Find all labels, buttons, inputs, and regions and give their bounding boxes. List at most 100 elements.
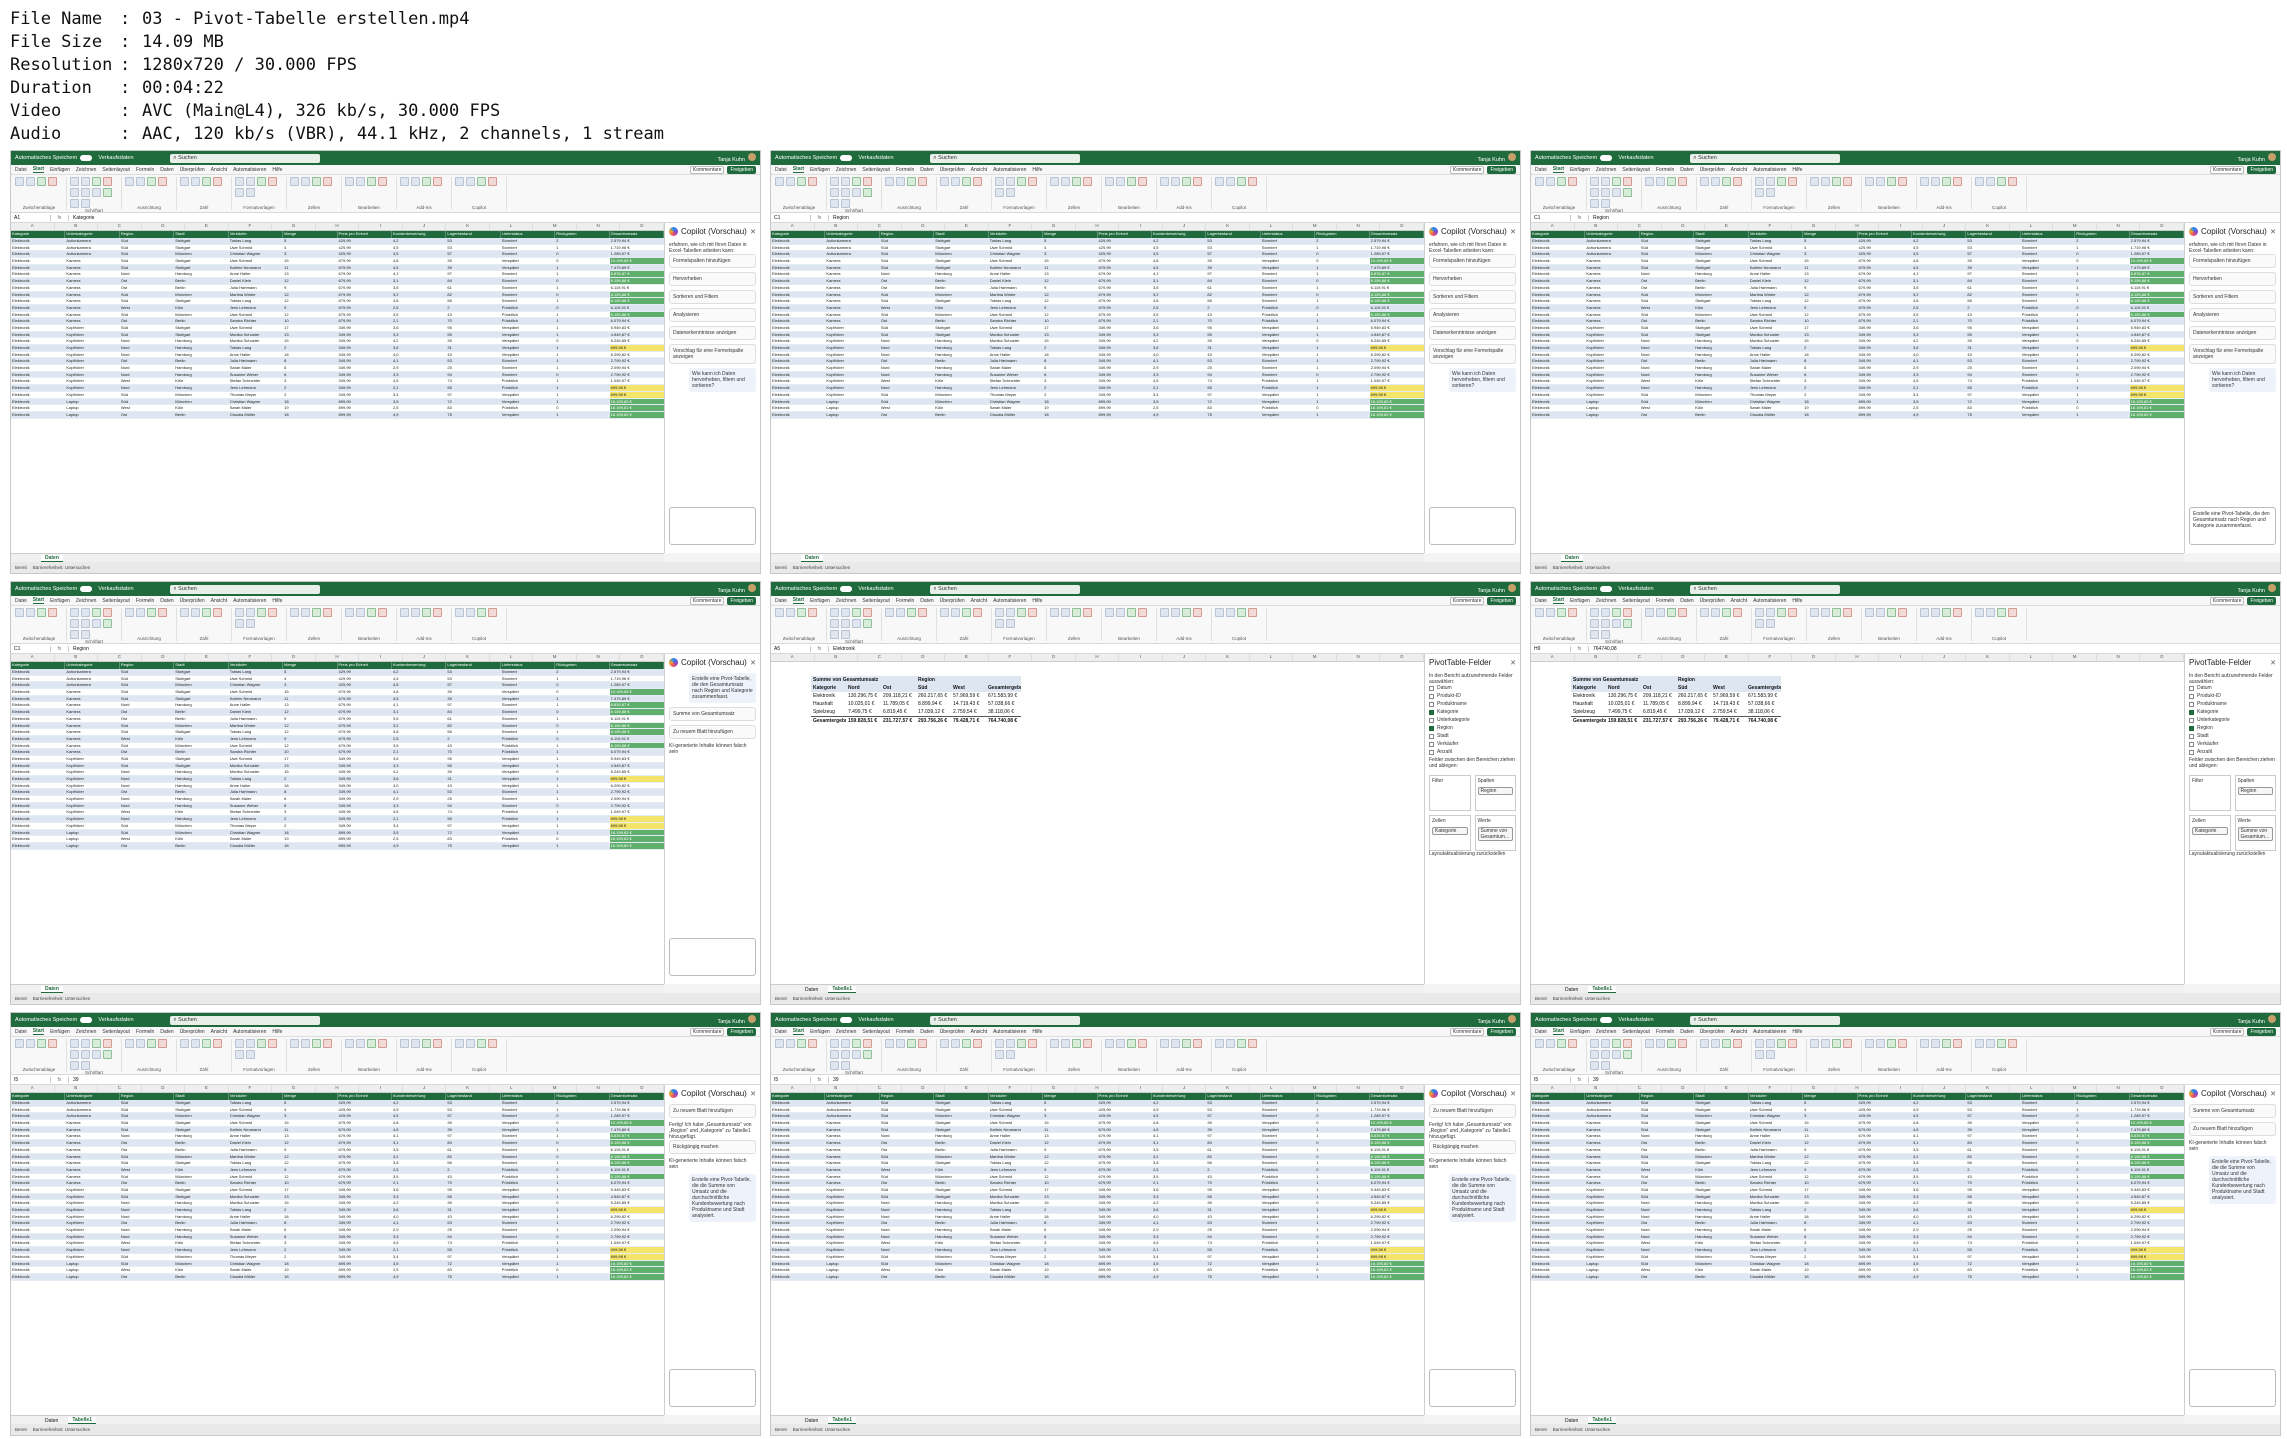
ribbon-button-icon[interactable]: [48, 608, 57, 617]
table-cell[interactable]: 4,2: [1912, 1100, 1966, 1106]
table-cell[interactable]: 6.119,91 €: [1370, 1167, 1424, 1173]
table-header-cell[interactable]: Lieferstatus: [501, 662, 556, 669]
table-cell[interactable]: 349,99: [338, 332, 392, 338]
table-cell[interactable]: 1: [555, 358, 609, 364]
table-header-cell[interactable]: Gesamtumsatz: [610, 662, 664, 669]
table-cell[interactable]: Stuttgart: [174, 1187, 228, 1193]
table-cell[interactable]: Kopfhörer: [825, 338, 879, 344]
table-cell[interactable]: Kopfhörer: [1585, 325, 1639, 331]
table-cell[interactable]: Sarah Maier: [229, 1227, 283, 1233]
table-cell[interactable]: 3,5: [392, 285, 446, 291]
ribbon-button-icon[interactable]: [158, 177, 167, 186]
table-cell[interactable]: Storniert: [501, 238, 555, 244]
table-cell[interactable]: 1: [555, 1214, 609, 1220]
table-cell[interactable]: Verspätet: [501, 769, 555, 775]
table-cell[interactable]: 4,5: [1912, 1240, 1966, 1246]
table-cell[interactable]: 43: [1206, 352, 1260, 358]
table-cell[interactable]: West: [120, 736, 174, 742]
table-cell[interactable]: Süd: [1640, 1194, 1694, 1200]
table-cell[interactable]: 13: [283, 271, 337, 277]
user-account[interactable]: Tanja Kuhn: [2237, 153, 2276, 163]
table-cell[interactable]: 82: [1966, 292, 2020, 298]
ribbon-button-icon[interactable]: [1942, 1039, 1951, 1048]
table-cell[interactable]: 2: [555, 1100, 609, 1106]
table-cell[interactable]: Nord: [120, 1133, 174, 1139]
table-cell[interactable]: München: [174, 823, 228, 829]
pivot-cell[interactable]: 57.969,59 €: [951, 693, 986, 699]
ribbon-button-icon[interactable]: [488, 1039, 497, 1048]
table-cell[interactable]: 43: [446, 783, 500, 789]
table-cell[interactable]: 2.099,94 €: [610, 365, 664, 371]
table-cell[interactable]: 13: [283, 1194, 337, 1200]
table-cell[interactable]: 1: [555, 1180, 609, 1186]
table-cell[interactable]: 6.119,91 €: [2130, 305, 2184, 311]
table-cell[interactable]: 349,99: [338, 763, 392, 769]
table-cell[interactable]: Tobias Lang: [1749, 238, 1803, 244]
pivot-cell[interactable]: 260.217,65 €: [916, 693, 951, 699]
table-cell[interactable]: Kathrin Neumann: [1749, 1127, 1803, 1133]
table-cell[interactable]: 8.159,88 €: [1369, 1173, 1424, 1180]
table-cell[interactable]: 3,5: [1152, 285, 1206, 291]
table-cell[interactable]: Nord: [880, 1227, 934, 1233]
table-cell[interactable]: 699,98 €: [609, 1247, 664, 1253]
copilot-option[interactable]: Analysieren: [1429, 308, 1516, 322]
table-cell[interactable]: Elektronik: [11, 1127, 65, 1133]
pivot-header-cell[interactable]: West: [951, 685, 986, 691]
table-cell[interactable]: 349,99: [1098, 345, 1152, 351]
table-cell[interactable]: 1.719,96 €: [610, 245, 664, 251]
table-cell[interactable]: Stefan Schneider: [229, 1240, 283, 1246]
table-cell[interactable]: Actionkamera: [1585, 251, 1639, 257]
table-cell[interactable]: 679,99: [1098, 318, 1152, 324]
table-cell[interactable]: Verspätet: [1261, 345, 1315, 351]
table-cell[interactable]: 31: [1206, 1207, 1260, 1213]
worksheet[interactable]: A B C D E F G H I J K L M N O Kategorie Unterkategorie Re…: [11, 223, 664, 553]
ribbon-tab-einfügen[interactable]: Einfügen: [810, 167, 830, 173]
table-cell[interactable]: 699,98 €: [1369, 345, 1424, 351]
table-cell[interactable]: Pünktlich: [1261, 312, 1315, 318]
table-cell[interactable]: Elektronik: [1531, 1160, 1585, 1166]
table-cell[interactable]: Christian Wagner: [1749, 1261, 1803, 1267]
table-header-cell[interactable]: Gesamtumsatz: [2130, 231, 2184, 238]
sheet-tab-daten[interactable]: Daten: [41, 1418, 62, 1424]
table-cell[interactable]: Elektronik: [11, 803, 65, 809]
accessibility-status[interactable]: Barrierefreiheit: Untersuchen: [793, 996, 851, 1001]
copilot-input[interactable]: [1429, 507, 1516, 545]
table-cell[interactable]: Verspätet: [2021, 399, 2075, 405]
table-cell[interactable]: Hamburg: [934, 1133, 988, 1139]
table-cell[interactable]: 0: [2075, 305, 2129, 311]
checkbox-icon[interactable]: [1429, 685, 1434, 691]
table-cell[interactable]: 679,99: [1098, 1120, 1152, 1126]
table-cell[interactable]: 56: [446, 1160, 500, 1166]
table-header-cell[interactable]: Gesamtumsatz: [2130, 1093, 2184, 1100]
table-cell[interactable]: Verspätet: [2021, 332, 2075, 338]
checkbox-icon[interactable]: [2189, 749, 2194, 755]
table-cell[interactable]: Stuttgart: [934, 1160, 988, 1166]
table-cell[interactable]: Anne Haller: [1749, 352, 1803, 358]
table-cell[interactable]: 97: [446, 702, 500, 708]
copilot-suggestion[interactable]: Datenerkenntnisse anzeigen: [2189, 326, 2276, 340]
table-cell[interactable]: 349,99: [1858, 352, 1912, 358]
table-cell[interactable]: 4,1: [1152, 271, 1206, 277]
table-cell[interactable]: 6.079,94 €: [1370, 318, 1424, 324]
ribbon-button-icon[interactable]: [1226, 608, 1235, 617]
ribbon-button-icon[interactable]: [411, 608, 420, 617]
table-cell[interactable]: 25: [1966, 365, 2020, 371]
ribbon-button-icon[interactable]: [1865, 1039, 1874, 1048]
table-cell[interactable]: Storniert: [1261, 292, 1315, 298]
table-cell[interactable]: Berlin: [1694, 285, 1748, 291]
table-cell[interactable]: 61: [446, 1147, 500, 1153]
table-cell[interactable]: Elektronik: [11, 271, 65, 277]
table-cell[interactable]: Actionkamera: [65, 1113, 119, 1119]
table-cell[interactable]: Storniert: [501, 245, 555, 251]
table-cell[interactable]: 2,5: [392, 1267, 446, 1273]
table-cell[interactable]: Storniert: [2021, 358, 2075, 364]
table-cell[interactable]: 10: [283, 318, 337, 324]
ribbon-button-icon[interactable]: [15, 177, 24, 186]
table-cell[interactable]: 18: [283, 399, 337, 405]
table-cell[interactable]: Uwe Schmid: [989, 325, 1043, 331]
table-cell[interactable]: Süd: [120, 756, 174, 762]
table-cell[interactable]: Elektronik: [1531, 1127, 1585, 1133]
table-cell[interactable]: 12: [1043, 312, 1097, 318]
table-cell[interactable]: Stuttgart: [1694, 1160, 1748, 1166]
table-cell[interactable]: 16.199,82 €: [2129, 1273, 2184, 1280]
